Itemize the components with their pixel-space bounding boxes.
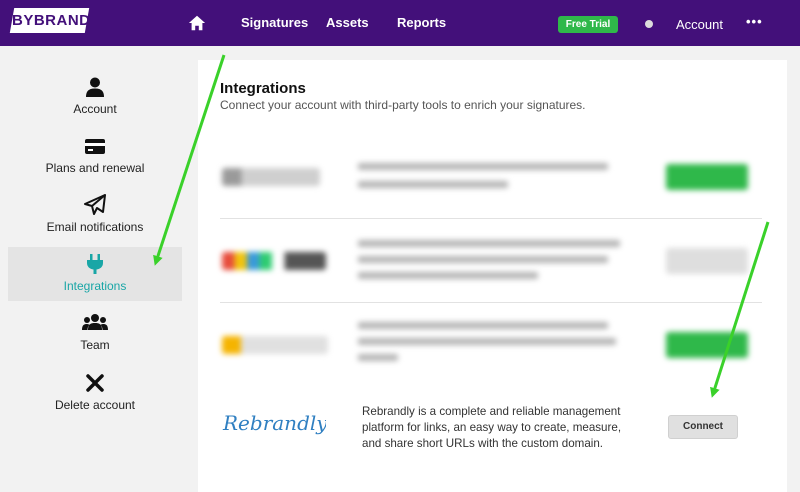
bybrand-logo[interactable]: BYBRAND: [9, 8, 91, 33]
sidebar-item-label: Integrations: [63, 279, 127, 293]
sidebar-item-team[interactable]: Team: [8, 312, 182, 366]
blurred-connect-button[interactable]: [666, 164, 748, 190]
blurred-connect-button[interactable]: [666, 332, 748, 358]
sidebar-item-label: Team: [80, 338, 110, 352]
rebrandly-description: Rebrandly is a complete and reliable man…: [362, 405, 622, 450]
more-menu-icon[interactable]: •••: [746, 14, 763, 29]
blurred-logo: [222, 168, 320, 186]
users-icon: [82, 314, 108, 330]
nav-signatures[interactable]: Signatures: [241, 15, 308, 30]
sidebar-item-integrations[interactable]: Integrations: [8, 247, 182, 301]
page-subtitle: Connect your account with third-party to…: [220, 98, 586, 112]
account-menu[interactable]: Account: [676, 17, 723, 32]
nav-reports[interactable]: Reports: [397, 15, 446, 30]
user-icon: [86, 77, 104, 97]
credit-card-icon: [85, 139, 105, 154]
home-icon[interactable]: [188, 14, 206, 32]
sidebar-item-account[interactable]: Account: [8, 76, 182, 130]
paper-plane-icon: [84, 194, 106, 215]
free-trial-badge[interactable]: Free Trial: [558, 16, 618, 33]
page-title: Integrations: [220, 80, 306, 97]
sidebar-item-email-notifications[interactable]: Email notifications: [8, 194, 182, 248]
x-icon: [86, 374, 104, 392]
status-dot-icon: [645, 20, 653, 28]
sidebar-item-label: Plans and renewal: [45, 161, 145, 175]
top-navbar: BYBRAND Signatures Assets Reports Free T…: [0, 0, 800, 46]
logo-text: BYBRAND: [12, 12, 91, 29]
row-divider: [220, 218, 762, 219]
plug-icon: [87, 254, 103, 274]
rebrandly-logo: Rebrandly: [222, 411, 326, 435]
nav-assets[interactable]: Assets: [326, 15, 369, 30]
rebrandly-connect-button[interactable]: Connect: [668, 415, 738, 439]
row-divider: [220, 302, 762, 303]
blurred-connect-button[interactable]: [666, 248, 748, 274]
sidebar-item-plans[interactable]: Plans and renewal: [8, 135, 182, 189]
svg-text:Rebrandly: Rebrandly: [222, 411, 326, 435]
blurred-logo: [222, 252, 326, 270]
sidebar-item-label: Account: [73, 102, 117, 116]
sidebar-item-label: Email notifications: [46, 220, 144, 234]
sidebar-item-delete-account[interactable]: Delete account: [8, 372, 182, 426]
sidebar-item-label: Delete account: [54, 398, 136, 412]
blurred-logo: [222, 336, 328, 354]
